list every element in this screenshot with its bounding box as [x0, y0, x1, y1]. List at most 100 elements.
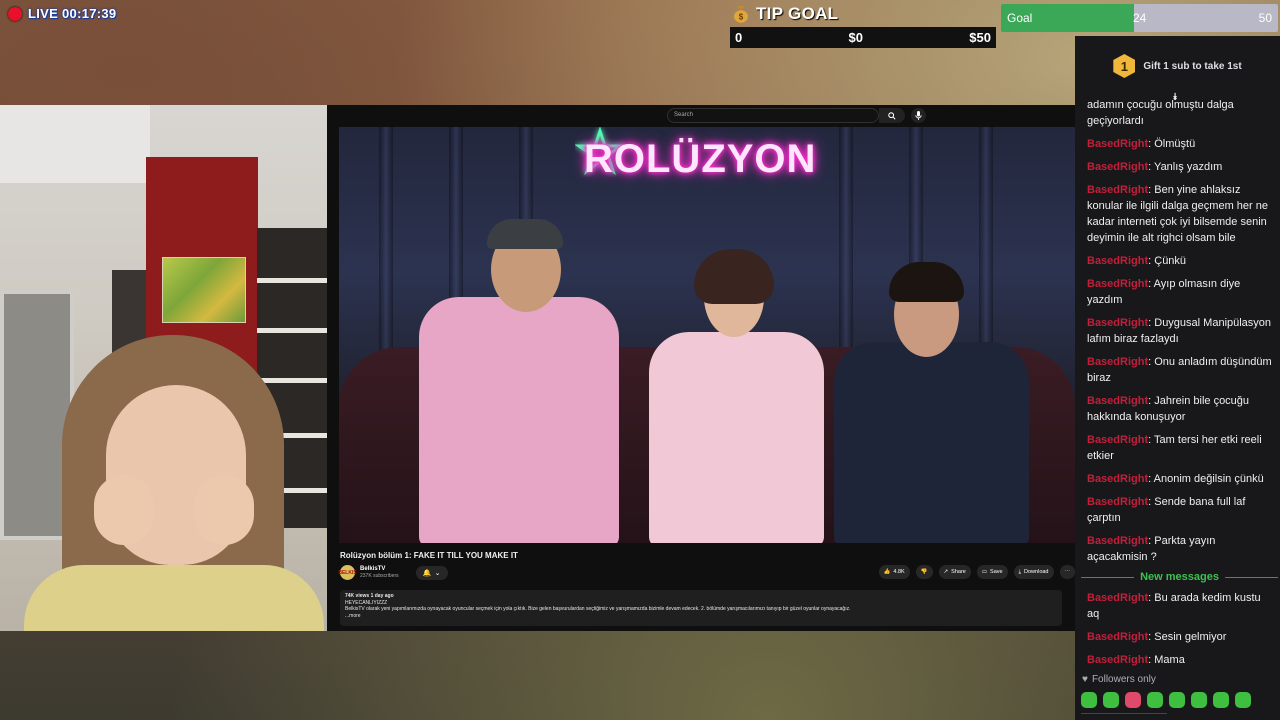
chat-username[interactable]: BasedRight: [1087, 356, 1148, 368]
emote-icon[interactable]: [1147, 692, 1163, 708]
share-label: Share: [951, 569, 966, 575]
chat-username[interactable]: BasedRight: [1087, 496, 1148, 508]
chat-message: BasedRight: Onu anladım düşündüm biraz: [1087, 354, 1272, 386]
chat-username[interactable]: BasedRight: [1087, 592, 1148, 604]
chat-username[interactable]: BasedRight: [1087, 631, 1148, 643]
chevron-down-icon: ⌄: [434, 569, 441, 577]
followers-only-indicator: ♥ Followers only: [1082, 674, 1156, 685]
chat-username[interactable]: BasedRight: [1087, 395, 1148, 407]
search-icon: [888, 111, 896, 120]
chat-text: Ölmüştü: [1154, 138, 1196, 150]
download-label: Download: [1024, 569, 1049, 575]
chat-message: BasedRight: Tam tersi her etki reeli etk…: [1087, 432, 1272, 464]
channel-name[interactable]: BelkisTV: [360, 566, 399, 573]
youtube-window: Search ROLÜZYON Rolüzyon bölüm 1: FAKE I…: [327, 105, 1075, 631]
emote-icon[interactable]: [1103, 692, 1119, 708]
pinned-gift-banner[interactable]: 1 Gift 1 sub to take 1st: [1075, 36, 1280, 96]
new-messages-divider: New messages: [1081, 571, 1279, 583]
leaderboard-badge-icon: 1: [1113, 54, 1136, 78]
chat-username[interactable]: BasedRight: [1087, 278, 1148, 290]
emote-icon[interactable]: [1169, 692, 1185, 708]
emote-icon[interactable]: [1125, 692, 1141, 708]
chat-message: BasedRight: Jahrein bile çocuğu hakkında…: [1087, 393, 1272, 425]
tip-goal-current: $0: [848, 30, 863, 45]
streamer: [24, 335, 324, 631]
save-button[interactable]: ▭ Save: [976, 565, 1008, 579]
subscriber-count: 237K subscribers: [360, 573, 399, 579]
live-indicator: LIVE 00:17:39: [8, 6, 116, 21]
chat-username[interactable]: BasedRight: [1087, 317, 1148, 329]
share-icon: ↗: [943, 569, 949, 575]
emote-icon[interactable]: [1213, 692, 1229, 708]
video-player[interactable]: ROLÜZYON: [339, 127, 1075, 543]
tip-goal-start: 0: [735, 30, 743, 45]
emote-icon[interactable]: [1191, 692, 1207, 708]
pinned-gift-text: Gift 1 sub to take 1st: [1143, 60, 1242, 72]
tip-goal-target: $50: [969, 30, 991, 45]
chat-username[interactable]: BasedRight: [1087, 161, 1148, 173]
chat-username[interactable]: BasedRight: [1087, 535, 1148, 547]
heart-icon: ♥: [1082, 674, 1088, 685]
subscribe-bell-button[interactable]: 🔔 ⌄: [415, 565, 448, 580]
goal-current: 24: [1133, 11, 1147, 25]
more-icon: ⋯: [1064, 569, 1071, 575]
show-more-link[interactable]: ...more: [345, 613, 1057, 620]
live-timer: LIVE 00:17:39: [28, 6, 117, 21]
youtube-voice-search[interactable]: [911, 108, 926, 123]
chat-message: BasedRight: Ayıp olmasın diye yazdım: [1087, 276, 1272, 308]
chat-message: BasedRight: Mama: [1087, 652, 1272, 668]
channel-avatar[interactable]: BELKIS: [338, 565, 357, 580]
thumbs-down-icon: 👎: [920, 569, 928, 575]
chat-text: Anonim değilsin çünkü: [1153, 473, 1264, 485]
bell-icon: 🔔: [422, 569, 432, 577]
dislike-button[interactable]: 👎: [915, 565, 933, 579]
video-title: Rolüzyon bölüm 1: FAKE IT TILL YOU MAKE …: [340, 551, 518, 560]
tip-goal-title: TIP GOAL: [756, 4, 839, 23]
youtube-search-button[interactable]: [879, 108, 905, 123]
video-actions: 👍 4.8K 👎 ↗ Share ▭ Save ⤓ Download ⋯: [878, 565, 1075, 579]
chat-username[interactable]: BasedRight: [1087, 473, 1148, 485]
record-dot-icon: [8, 6, 22, 21]
youtube-search-input[interactable]: Search: [667, 108, 879, 123]
chat-username[interactable]: BasedRight: [1087, 654, 1148, 666]
chat-text: Yanlış yazdım: [1154, 161, 1223, 173]
svg-text:$: $: [739, 13, 744, 22]
tip-goal-bar: 0 $0 $50: [730, 27, 996, 48]
emote-icon[interactable]: [1081, 692, 1097, 708]
download-icon: ⤓: [1018, 568, 1022, 575]
chat-text: Sesin gelmiyor: [1154, 631, 1227, 643]
chat-message: BasedRight: Duygusal Manipülasyon lafım …: [1087, 315, 1272, 347]
chat-input[interactable]: [1081, 713, 1167, 720]
chat-message: BasedRight: Parkta yayın açacakmisin ?: [1087, 533, 1272, 565]
chat-messages: adamın çocuğu olmuştu dalga geçiyorlardı…: [1081, 98, 1279, 675]
chat-message-truncated: adamın çocuğu olmuştu dalga geçiyorlardı: [1087, 99, 1234, 127]
goal-label: Goal: [1007, 11, 1033, 25]
emote-icon[interactable]: [1235, 692, 1251, 708]
thumbs-up-icon: 👍: [883, 569, 891, 575]
chat-message: BasedRight: Yanlış yazdım: [1087, 159, 1272, 175]
like-count: 4.8K: [893, 569, 905, 575]
chat-message: BasedRight: Ben yine ahlaksız konular il…: [1087, 182, 1272, 246]
chat-message: BasedRight: Bu arada kedim kustu aq: [1087, 590, 1272, 622]
chat-username[interactable]: BasedRight: [1087, 138, 1148, 150]
chat-text: Çünkü: [1154, 255, 1187, 267]
share-button[interactable]: ↗ Share: [938, 565, 971, 579]
new-messages-label: New messages: [1140, 571, 1219, 583]
webcam-feed: [0, 105, 327, 631]
more-actions-button[interactable]: ⋯: [1059, 565, 1075, 579]
chat-message: BasedRight: Anonim değilsin çünkü: [1087, 471, 1272, 487]
chat-message: BasedRight: Çünkü: [1087, 253, 1272, 269]
money-bag-icon: $: [734, 6, 748, 23]
microphone-icon: [915, 111, 922, 120]
chat-username[interactable]: BasedRight: [1087, 255, 1148, 267]
download-button[interactable]: ⤓ Download: [1013, 565, 1054, 579]
bookmark-icon: ▭: [981, 569, 988, 575]
neon-sign: ROLÜZYON: [584, 137, 817, 181]
like-button[interactable]: 👍 4.8K: [878, 565, 910, 579]
chat-username[interactable]: BasedRight: [1087, 184, 1148, 196]
emote-bar: [1081, 692, 1251, 708]
sub-goal-bar: Goal 24 50: [1001, 4, 1278, 32]
chat-username[interactable]: BasedRight: [1087, 434, 1148, 446]
video-meta: 74K views 1 day ago: [345, 593, 394, 599]
video-description[interactable]: 74K views 1 day ago HEYECANLIYIZZZ Belki…: [340, 590, 1062, 626]
